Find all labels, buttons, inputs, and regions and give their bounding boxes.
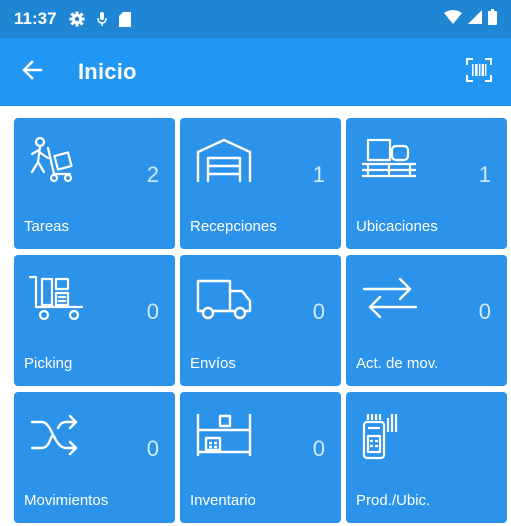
tile-label: Ubicaciones (356, 218, 438, 235)
status-right (444, 8, 497, 30)
menu-grid: 2 Tareas 1 Recepciones 1 Ubicaciones 0 P… (14, 118, 508, 526)
arrow-left-icon (21, 59, 43, 86)
tile-label: Act. de mov. (356, 355, 439, 372)
shelf-boxes-icon (194, 410, 254, 460)
tile-act-de-mov[interactable]: 0 Act. de mov. (346, 255, 507, 386)
tile-count: 1 (312, 162, 325, 187)
tile-count: 2 (146, 162, 159, 187)
battery-icon (488, 8, 497, 30)
worker-dolly-icon (28, 136, 88, 186)
signal-icon (468, 9, 482, 29)
shuffle-icon (28, 410, 88, 460)
barcode-scan-button[interactable] (459, 52, 499, 92)
wifi-icon (444, 9, 462, 29)
tile-label: Envíos (190, 355, 236, 372)
tile-count: 0 (146, 299, 159, 324)
tile-count: 1 (478, 162, 491, 187)
tile-inventario[interactable]: 0 Inventario (180, 392, 341, 523)
page-title: Inicio (78, 59, 137, 84)
tile-envios[interactable]: 0 Envíos (180, 255, 341, 386)
tile-label: Inventario (190, 492, 256, 509)
scanner-device-icon (360, 410, 420, 460)
sd-card-icon (118, 11, 131, 27)
tile-count: 0 (146, 436, 159, 461)
tile-picking[interactable]: 0 Picking (14, 255, 175, 386)
tile-label: Picking (24, 355, 73, 372)
tile-label: Tareas (24, 218, 70, 235)
barcode-scan-icon (466, 57, 492, 87)
tile-ubicaciones[interactable]: 1 Ubicaciones (346, 118, 507, 249)
tile-label: Movimientos (24, 492, 109, 509)
swap-arrows-icon (360, 273, 420, 323)
mic-icon (96, 11, 107, 27)
app-bar: Inicio (0, 38, 511, 106)
warehouse-icon (194, 136, 254, 186)
tile-recepciones[interactable]: 1 Recepciones (180, 118, 341, 249)
truck-icon (194, 273, 254, 323)
tile-movimientos[interactable]: 0 Movimientos (14, 392, 175, 523)
status-time: 11:37 (14, 9, 57, 28)
gear-icon (69, 11, 85, 27)
status-bar: 11:37 (0, 0, 511, 38)
pallet-boxes-icon (360, 136, 420, 186)
tile-count: 0 (478, 299, 491, 324)
tile-count: 0 (312, 299, 325, 324)
tile-tareas[interactable]: 2 Tareas (14, 118, 175, 249)
tile-label: Recepciones (190, 218, 277, 235)
tile-prod-ubic[interactable]: Prod./Ubic. (346, 392, 507, 523)
tile-count: 0 (312, 436, 325, 461)
tile-label: Prod./Ubic. (356, 492, 431, 509)
back-button[interactable] (12, 52, 52, 92)
cart-boxes-icon (28, 273, 88, 323)
status-left: 11:37 (14, 9, 131, 29)
